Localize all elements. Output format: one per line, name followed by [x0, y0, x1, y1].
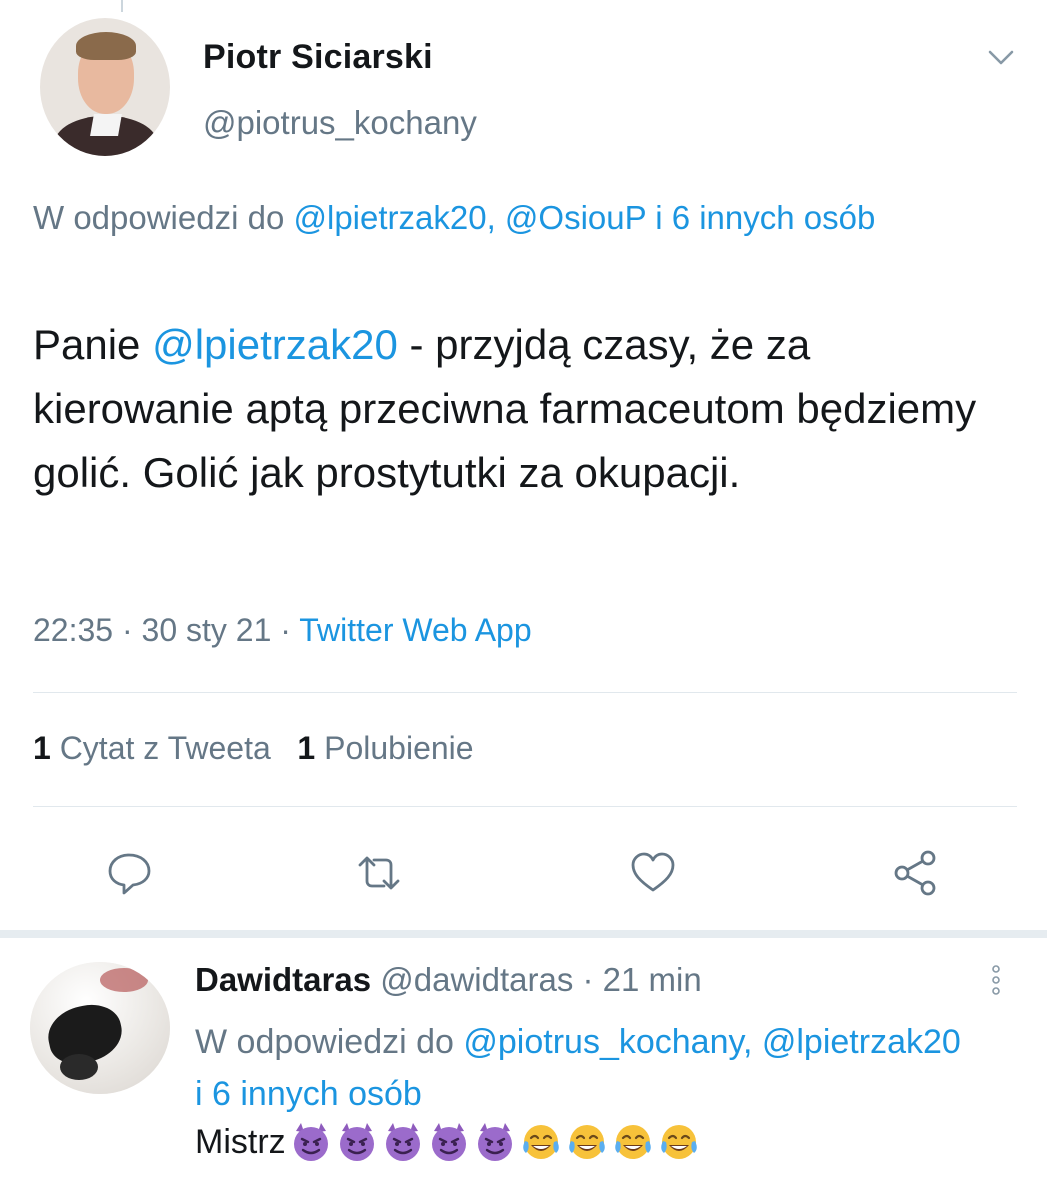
section-separator — [0, 930, 1047, 938]
reply-time[interactable]: 21 min — [603, 961, 702, 998]
emoji-row — [286, 1121, 700, 1163]
tweet-stats: 1 Cytat z Tweeta 1 Polubienie — [33, 730, 474, 767]
like-label: Polubienie — [324, 730, 474, 766]
smiling-imp-emoji-icon — [336, 1121, 378, 1163]
like-stat[interactable]: 1 Polubienie — [297, 730, 473, 766]
reply-icon[interactable] — [104, 848, 154, 898]
reply-text: Mistrz — [195, 1120, 700, 1164]
tweet-time: 22:35 — [33, 612, 114, 648]
tweet-meta: 22:35 · 30 sty 21 · Twitter Web App — [33, 612, 532, 649]
chevron-down-icon[interactable] — [984, 40, 1018, 74]
reply-text-content: Mistrz — [195, 1123, 286, 1161]
joy-emoji-icon — [612, 1121, 654, 1163]
reply-reply-to-line: W odpowiedzi do @piotrus_kochany, @lpiet… — [195, 1016, 975, 1120]
more-vertical-icon[interactable] — [988, 962, 1004, 998]
share-icon[interactable] — [890, 848, 940, 898]
like-count: 1 — [297, 730, 316, 766]
divider — [33, 692, 1017, 693]
smiling-imp-emoji-icon — [428, 1121, 470, 1163]
meta-separator: · — [271, 612, 300, 648]
joy-emoji-icon — [520, 1121, 562, 1163]
quote-count: 1 — [33, 730, 51, 766]
reply-reply-to-prefix: W odpowiedzi do — [195, 1023, 464, 1061]
tweet-source[interactable]: Twitter Web App — [299, 612, 531, 648]
author-avatar[interactable] — [40, 18, 170, 156]
smiling-imp-emoji-icon — [382, 1121, 424, 1163]
reply-to-mentions[interactable]: @lpietrzak20, @OsiouP i 6 innych osób — [293, 199, 875, 236]
reply-to-line: W odpowiedzi do @lpietrzak20, @OsiouP i … — [33, 192, 993, 244]
divider — [33, 806, 1017, 807]
retweet-icon[interactable] — [354, 848, 404, 898]
meta-separator: · — [573, 961, 603, 998]
smiling-imp-emoji-icon — [474, 1121, 516, 1163]
like-icon[interactable] — [628, 848, 678, 898]
smiling-imp-emoji-icon — [290, 1121, 332, 1163]
reply-author-handle[interactable]: @dawidtaras — [380, 961, 573, 998]
thread-connector-line — [121, 0, 123, 12]
reply-header: Dawidtaras @dawidtaras · 21 min — [195, 958, 702, 1002]
joy-emoji-icon — [658, 1121, 700, 1163]
joy-emoji-icon — [566, 1121, 608, 1163]
author-name[interactable]: Piotr Siciarski — [203, 38, 433, 77]
reply-to-prefix: W odpowiedzi do — [33, 199, 294, 236]
quote-stat[interactable]: 1 Cytat z Tweeta — [33, 730, 271, 766]
quote-label: Cytat z Tweeta — [59, 730, 271, 766]
author-handle[interactable]: @piotrus_kochany — [203, 104, 477, 142]
tweet-mention[interactable]: @lpietrzak20 — [152, 321, 398, 368]
tweet-text-before: Panie — [33, 321, 153, 368]
tweet-date: 30 sty 21 — [141, 612, 272, 648]
meta-separator: · — [113, 612, 142, 648]
reply-author-avatar[interactable] — [30, 962, 170, 1094]
reply-author-name[interactable]: Dawidtaras — [195, 961, 371, 998]
tweet-text: Panie @lpietrzak20 - przyjdą czasy, że z… — [33, 313, 1013, 505]
